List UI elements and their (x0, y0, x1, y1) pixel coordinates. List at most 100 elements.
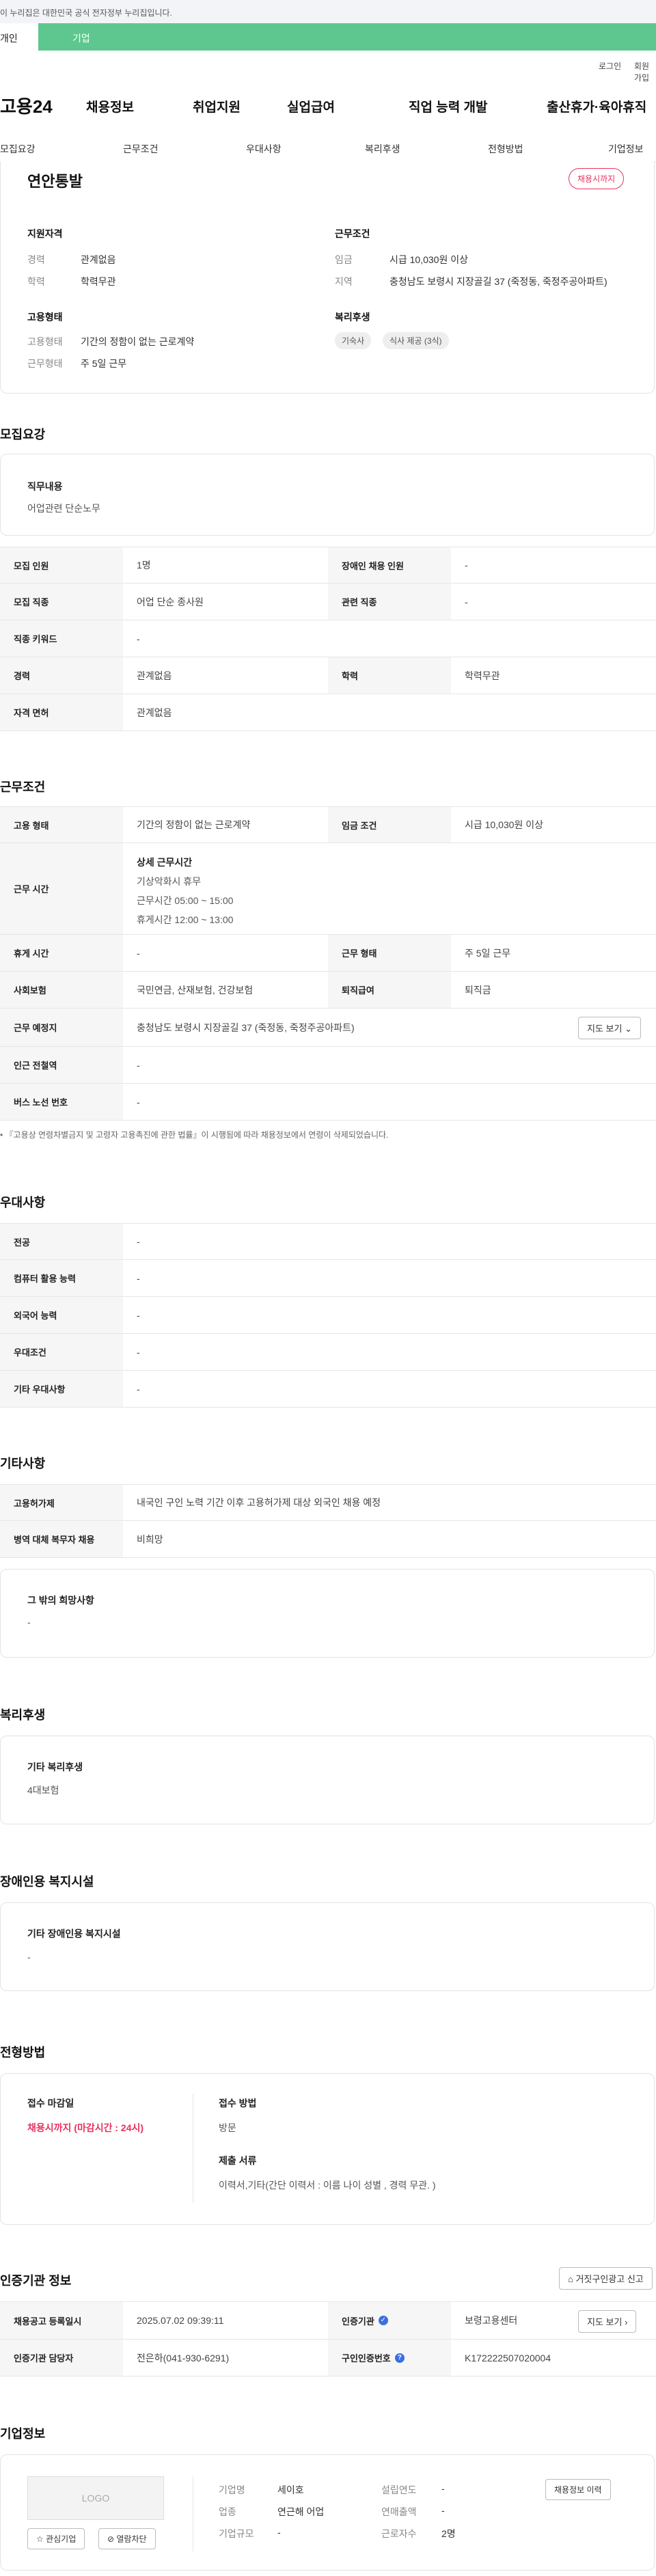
table-header: 자격 면허 (0, 694, 123, 730)
table-cell: - (137, 1346, 140, 1358)
duty-card (0, 454, 655, 536)
table-header: 병역 대체 복무자 채용 (0, 1521, 123, 1557)
report-button[interactable]: ⌂ 거짓구인광고 신고 (559, 2267, 653, 2290)
table-header: 사회보험 (0, 972, 123, 1008)
wage-value: 시급 10,030원 이상 (390, 254, 468, 265)
table-header: 고용허가제 (0, 1485, 123, 1520)
login-link[interactable]: 로그인 (599, 60, 621, 72)
subnav-company[interactable]: 기업정보 (608, 142, 644, 156)
table-header: 모집 직종 (0, 584, 123, 620)
site-logo[interactable]: 고용24 (0, 93, 53, 118)
emp-type-key: 고용형태 (27, 336, 63, 347)
table-cell: - (465, 596, 468, 607)
table-row: 사회보험 국민연금, 산재보험, 건강보험 퇴직급여 퇴직금 (0, 972, 656, 1009)
work-type-key: 근무형태 (27, 358, 63, 369)
company-size-value: - (277, 2527, 281, 2538)
table-row: 근무 시간 상세 근무시간 기상악화시 휴무 근무시간 05:00 ~ 15:0… (0, 843, 656, 935)
employment-heading: 고용형태 (27, 312, 63, 323)
subnav-preference[interactable]: 우대사항 (246, 142, 282, 156)
subnav-recruit[interactable]: 모집요강 (0, 142, 36, 156)
table-cell: 보령고용센터 (465, 2315, 518, 2326)
work-type-value: 주 5일 근무 (81, 358, 127, 369)
table-header: 컴퓨터 활용 능력 (0, 1260, 123, 1296)
table-cell: 국민연금, 산재보험, 건강보험 (137, 984, 254, 996)
welfare-section-title: 복리후생 (0, 1708, 46, 1722)
table-header: 고용 형태 (0, 807, 123, 842)
hiring-history-button[interactable]: 채용정보 이력 (545, 2479, 611, 2500)
selection-section-title: 전형방법 (0, 2046, 46, 2059)
table-header: 기타 우대사항 (0, 1371, 123, 1407)
welfare-chip: 식사 제공 (3식) (383, 332, 449, 349)
table-header: 근무 시간 (0, 843, 123, 934)
company-name-key: 기업명 (219, 2484, 245, 2495)
table-cell: 학력무관 (465, 670, 500, 681)
table-row: 기타 우대사항 - (0, 1371, 656, 1408)
table-header: 인증기관 담당자 (0, 2340, 123, 2376)
table-header: 버스 노선 번호 (0, 1084, 123, 1120)
table-cell: - (465, 560, 468, 571)
table-cell: 어업 단순 종사원 (137, 596, 204, 607)
map-button[interactable]: 지도 보기 ⌄ (578, 1017, 641, 1039)
industry-value: 연근해 어업 (277, 2506, 325, 2517)
report-button-label: 거짓구인광고 신고 (575, 2274, 644, 2284)
conditions-section-title: 근무조건 (0, 780, 46, 794)
bullet-icon: • (0, 1130, 5, 1140)
etc-card (0, 1569, 655, 1658)
industry-key: 업종 (219, 2506, 236, 2517)
tab-company[interactable]: 기업 (72, 31, 90, 45)
subnav-selection[interactable]: 전형방법 (488, 142, 523, 156)
established-key: 설립연도 (381, 2484, 417, 2495)
gnb-employment-support[interactable]: 취업지원 (193, 97, 241, 115)
table-cell: - (137, 633, 140, 644)
table-cell: - (137, 1383, 140, 1395)
welfare-card-value: 4대보험 (27, 1785, 59, 1796)
table-header: 경력 (0, 657, 123, 694)
gnb-job-skills[interactable]: 직업 능력 개발 (409, 97, 487, 115)
deadline-value: 채용시까지 (마감시간 : 24시) (27, 2122, 144, 2133)
gnb-parental-leave[interactable]: 출산휴가·육아휴직 (547, 97, 646, 115)
block-icon: ⊘ (107, 2534, 117, 2544)
table-row: 병역 대체 복무자 채용 비희망 (0, 1521, 656, 1558)
question-icon[interactable]: ? (394, 2353, 405, 2363)
established-value: - (441, 2483, 445, 2494)
table-header: 근무 예정지 (0, 1009, 123, 1046)
table-cell: 전은하(041-930-6291) (137, 2352, 230, 2363)
gnb-unemployment-benefit[interactable]: 실업급여 (287, 97, 335, 115)
hours-line: 근무시간 05:00 ~ 15:00 (137, 895, 234, 906)
region-key: 지역 (335, 276, 353, 287)
subnav-welfare[interactable]: 복리후생 (365, 142, 400, 156)
table-row: 외국어 능력 - (0, 1297, 656, 1334)
star-icon: ☆ (36, 2534, 46, 2544)
table-header: 우대조건 (0, 1334, 123, 1370)
table-row: 인근 전철역 - (0, 1047, 656, 1084)
table-cell: 2025.07.02 09:39:11 (137, 2315, 224, 2326)
favorite-button[interactable]: ☆ 관심기업 (27, 2528, 85, 2549)
block-button[interactable]: ⊘ 열람차단 (98, 2528, 156, 2549)
career-key: 경력 (27, 254, 45, 265)
docs-value: 이력서,기타(간단 이력서 : 이름 나이 성별 , 경력 무관. ) (219, 2180, 436, 2191)
tab-personal[interactable]: 개인 (0, 23, 38, 51)
table-header: 인근 전철역 (0, 1047, 123, 1083)
welfare-card (0, 1736, 655, 1824)
table-header: 인증기관 ✓ (328, 2302, 451, 2339)
disability-value: - (27, 1951, 31, 1962)
table-header: 채용공고 등록일시 (0, 2302, 123, 2339)
table-row: 근무 예정지 충청남도 보령시 지장골길 37 (죽정동, 죽정주공아파트) 지… (0, 1009, 656, 1047)
gov-banner-text: 이 누리집은 대한민국 공식 전자정부 누리집입니다. (0, 8, 172, 18)
welfare-heading: 복리후생 (335, 312, 370, 323)
employees-value: 2명 (441, 2528, 456, 2539)
status-pill: 채용시까지 (569, 168, 625, 189)
home-icon: ⌂ (568, 2274, 576, 2284)
emp-type-value: 기간의 정함이 없는 근로계약 (81, 336, 195, 347)
education-key: 학력 (27, 276, 45, 287)
signup-link[interactable]: 회원가입 (634, 60, 656, 83)
gnb-jobs[interactable]: 채용정보 (86, 97, 134, 115)
subnav-conditions[interactable]: 근무조건 (123, 142, 159, 156)
employees-key: 근로자수 (381, 2528, 417, 2539)
recruit-section-title: 모집요강 (0, 428, 46, 441)
agency-map-button[interactable]: 지도 보기 › (578, 2310, 637, 2333)
info-icon[interactable]: ✓ (378, 2316, 388, 2325)
job-title: 연안통발 (27, 173, 83, 190)
cert-key: 구인인증번호 (342, 2353, 391, 2363)
table-header: 직종 키워드 (0, 620, 123, 657)
